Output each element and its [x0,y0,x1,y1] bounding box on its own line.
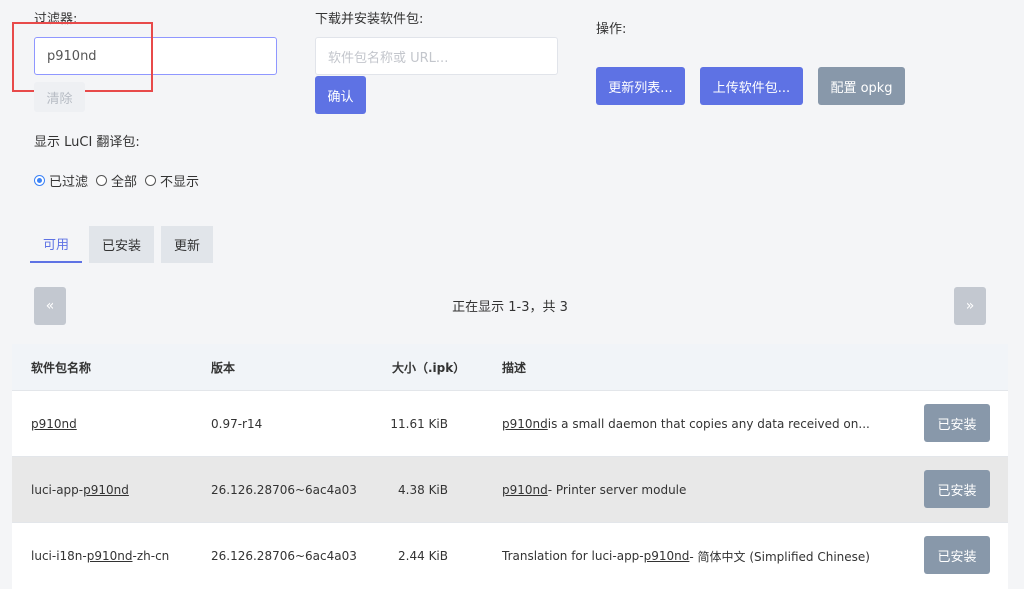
tab-updates[interactable]: 更新 [161,226,213,263]
package-description: Translation for luci-app-p910nd - 简体中文 (… [502,523,870,589]
package-name-link[interactable]: p910nd [87,549,133,563]
installed-button[interactable]: 已安装 [924,404,990,442]
package-description: p910nd is a small daemon that copies any… [502,391,870,457]
package-name-suffix: -zh-cn [132,549,170,563]
radio-filtered-label: 已过滤 [49,175,89,190]
header-size: 大小（.ipk） [392,360,466,375]
package-name: luci-app-p910nd [31,457,129,523]
package-name-link[interactable]: p910nd [83,483,129,497]
next-page-button[interactable]: » [954,287,986,325]
radio-none-label: 不显示 [160,175,200,190]
description-text: - Printer server module [547,483,687,497]
pager-status: 正在显示 1-3，共 3 [452,300,568,315]
update-lists-button[interactable]: 更新列表... [596,67,685,105]
radio-none-indicator[interactable] [145,175,157,186]
package-description: p910nd - Printer server module [502,457,686,523]
prev-page-button[interactable]: « [34,287,66,325]
header-description: 描述 [502,360,527,375]
download-label: 下载并安装软件包: [315,12,424,27]
description-link[interactable]: p910nd [502,417,548,431]
radio-none[interactable]: 不显示 [145,171,199,190]
confirm-button[interactable]: 确认 [315,76,366,114]
clear-button[interactable]: 清除 [34,82,85,112]
package-name-link[interactable]: p910nd [31,417,77,431]
package-version: 26.126.28706~6ac4a03 [211,549,357,563]
actions-label: 操作: [596,22,627,37]
description-link[interactable]: p910nd [644,549,690,563]
installed-button[interactable]: 已安装 [924,470,990,508]
table-row: luci-i18n-p910nd -zh-cn 26.126.28706~6ac4… [12,522,1008,589]
description-text: - 简体中文 (Simplified Chinese) [689,549,870,564]
description-prefix: Translation for luci-app- [502,549,644,563]
package-size: 11.61 KiB [390,417,448,431]
table-header: 软件包名称 版本 大小（.ipk） 描述 [12,344,1008,390]
installed-button[interactable]: 已安装 [924,536,990,574]
radio-all-label: 全部 [111,175,138,190]
package-version: 26.126.28706~6ac4a03 [211,483,357,497]
radio-filtered[interactable]: 已过滤 [34,171,88,190]
header-name: 软件包名称 [31,360,92,375]
table-row: luci-app-p910nd 26.126.28706~6ac4a03 4.3… [12,456,1008,523]
package-url-placeholder: 软件包名称或 URL... [328,50,449,66]
package-name-prefix: luci-app- [31,483,84,497]
package-size: 2.44 KiB [398,549,448,563]
package-size: 4.38 KiB [398,483,448,497]
translations-label: 显示 LuCI 翻译包: [34,135,140,150]
package-name: p910nd [31,391,77,457]
description-link[interactable]: p910nd [502,483,548,497]
upload-package-button[interactable]: 上传软件包... [700,67,803,105]
radio-all[interactable]: 全部 [96,171,137,190]
package-name: luci-i18n-p910nd -zh-cn [31,523,169,589]
package-name-prefix: luci-i18n- [31,549,87,563]
radio-filtered-indicator[interactable] [34,175,45,186]
description-text: is a small daemon that copies any data r… [547,417,870,431]
package-version: 0.97-r14 [211,417,263,431]
package-url-input[interactable]: 软件包名称或 URL... [315,37,558,75]
tab-available[interactable]: 可用 [30,226,82,263]
header-version: 版本 [211,360,236,375]
table-row: p910nd 0.97-r14 11.61 KiB p910nd is a sm… [12,390,1008,457]
radio-all-indicator[interactable] [96,175,108,186]
translations-radio-group: 已过滤 全部 不显示 [34,171,207,190]
tab-installed[interactable]: 已安装 [89,226,154,263]
configure-opkg-button[interactable]: 配置 opkg [818,67,905,105]
